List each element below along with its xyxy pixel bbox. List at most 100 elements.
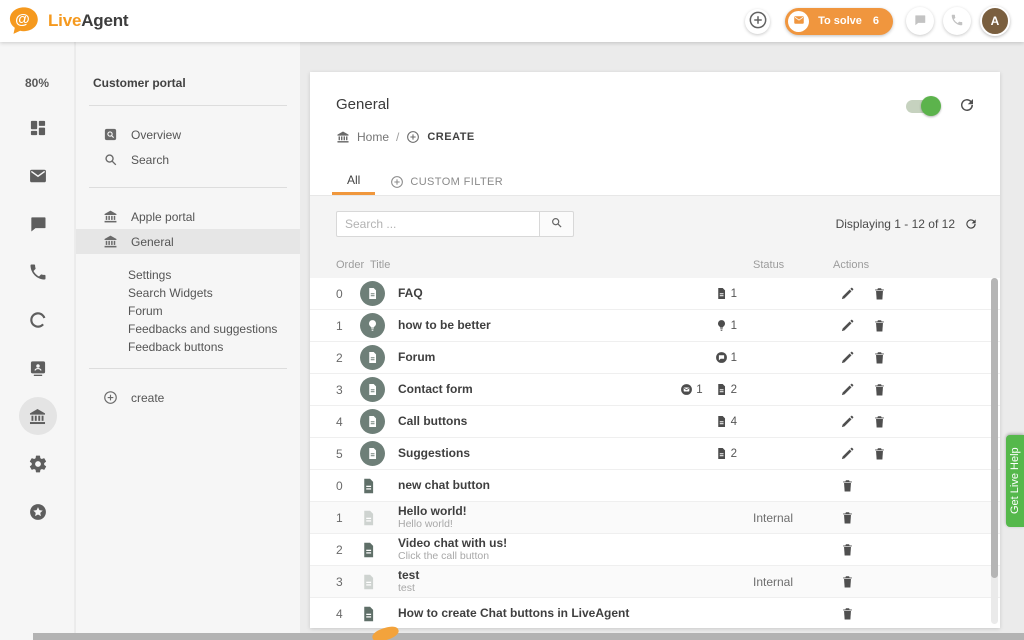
table-row[interactable]: 1Hello world!Hello world!Internal <box>310 502 1000 534</box>
sidebar-item-general[interactable]: General <box>76 229 300 254</box>
tab-all[interactable]: All <box>332 168 375 195</box>
chat-icon <box>28 214 48 234</box>
delete-button[interactable] <box>840 478 855 493</box>
divider <box>89 105 287 106</box>
sidebar-item-feedback-buttons[interactable]: Feedback buttons <box>76 338 300 356</box>
chat-circle-icon <box>715 351 728 364</box>
delete-button[interactable] <box>872 350 887 365</box>
to-solve-count: 6 <box>873 15 879 27</box>
delete-button[interactable] <box>872 318 887 333</box>
delete-button[interactable] <box>872 414 887 429</box>
page-title: General <box>336 96 389 113</box>
calls-button[interactable] <box>943 7 971 35</box>
table-row[interactable]: 0new chat button <box>310 470 1000 502</box>
edit-button[interactable] <box>840 414 855 429</box>
rail-item-star[interactable] <box>0 488 75 536</box>
sidebar-item-feedbacks-and-suggestions[interactable]: Feedbacks and suggestions <box>76 320 300 338</box>
edit-button[interactable] <box>840 350 855 365</box>
edit-button[interactable] <box>840 318 855 333</box>
phone-icon <box>950 13 964 30</box>
mail-badge <box>788 11 809 32</box>
to-solve-button[interactable]: To solve 6 <box>785 8 893 35</box>
row-title: Suggestions <box>398 447 643 460</box>
liveagent-logo[interactable]: @ LiveAgent <box>8 6 128 36</box>
sidebar-item-overview[interactable]: Overview <box>76 122 300 147</box>
add-new-button[interactable] <box>745 9 770 34</box>
row-actions <box>833 478 960 493</box>
tab-custom-filter[interactable]: CUSTOM FILTER <box>375 168 518 195</box>
bank-icon <box>103 209 118 224</box>
delete-button[interactable] <box>840 606 855 621</box>
search-button[interactable] <box>540 211 574 237</box>
table-row[interactable]: 2Forum1 <box>310 342 1000 374</box>
breadcrumb-create[interactable]: CREATE <box>427 131 474 143</box>
sidebar-item-apple-portal[interactable]: Apple portal <box>76 204 300 229</box>
zoom-level[interactable]: 80% <box>0 76 74 90</box>
delete-button[interactable] <box>872 382 887 397</box>
table-row[interactable]: 0FAQ1 <box>310 278 1000 310</box>
sidebar-item-search-widgets[interactable]: Search Widgets <box>76 284 300 302</box>
rail-item-contacts[interactable] <box>0 344 75 392</box>
star-icon <box>28 502 48 522</box>
table-row[interactable]: 3Contact form12 <box>310 374 1000 406</box>
table-row[interactable]: 5Suggestions2 <box>310 438 1000 470</box>
table-row[interactable]: 3testtestInternal <box>310 566 1000 598</box>
row-title: testtest <box>398 569 643 594</box>
mail-icon <box>793 14 805 29</box>
delete-button[interactable] <box>872 286 887 301</box>
user-avatar[interactable]: A <box>980 6 1010 36</box>
chats-button[interactable] <box>906 7 934 35</box>
table-row[interactable]: 2Video chat with us!Click the call butto… <box>310 534 1000 566</box>
count-badge: 1 <box>715 287 737 300</box>
edit-button[interactable] <box>840 382 855 397</box>
rail-item-dashboard[interactable] <box>0 104 75 152</box>
row-order: 1 <box>336 511 360 525</box>
sidebar-item-forum[interactable]: Forum <box>76 302 300 320</box>
rail-item-gear[interactable] <box>0 440 75 488</box>
refresh-icon[interactable] <box>964 217 978 231</box>
rail-item-bank[interactable] <box>0 392 75 440</box>
row-order: 0 <box>336 287 360 301</box>
dashboard-icon <box>28 118 48 138</box>
row-subtitle: Hello world! <box>398 518 643 530</box>
sidebar-item-create[interactable]: create <box>76 385 300 410</box>
column-title: Title <box>370 259 753 271</box>
delete-button[interactable] <box>872 446 887 461</box>
panel-header: General Home / CREATE <box>310 72 1000 168</box>
portal-status-toggle[interactable] <box>906 100 938 113</box>
bank-icon <box>103 234 118 249</box>
delete-button[interactable] <box>840 510 855 525</box>
avatar-letter: A <box>991 14 1000 28</box>
document-icon <box>715 447 728 460</box>
search-box <box>336 211 574 237</box>
sidebar-item-search[interactable]: Search <box>76 147 300 172</box>
sidebar-item-settings[interactable]: Settings <box>76 266 300 284</box>
brand-text: LiveAgent <box>48 11 128 31</box>
table-row[interactable]: 1how to be better1 <box>310 310 1000 342</box>
rail-item-mail[interactable] <box>0 152 75 200</box>
document-icon <box>360 508 377 528</box>
refresh-icon[interactable] <box>958 96 976 114</box>
rail-item-phone[interactable] <box>0 248 75 296</box>
delete-button[interactable] <box>840 574 855 589</box>
table-scrollbar[interactable] <box>991 278 998 624</box>
ring-icon <box>28 310 48 330</box>
table-row[interactable]: 4How to create Chat buttons in LiveAgent <box>310 598 1000 628</box>
get-live-help-button[interactable]: Get Live Help <box>1006 435 1024 527</box>
speech-bubble-logo-icon: @ <box>8 6 44 36</box>
row-actions <box>833 350 960 365</box>
rail-item-ring[interactable] <box>0 296 75 344</box>
table-row[interactable]: 4Call buttons4 <box>310 406 1000 438</box>
row-title: Video chat with us!Click the call button <box>398 537 643 562</box>
row-actions <box>833 446 960 461</box>
rail-item-chat[interactable] <box>0 200 75 248</box>
breadcrumb-home[interactable]: Home <box>357 130 389 144</box>
edit-button[interactable] <box>840 286 855 301</box>
main-panel: General Home / CREATE All CUSTOM FILTER <box>310 72 1000 628</box>
row-actions <box>833 286 960 301</box>
search-input[interactable] <box>336 211 540 237</box>
document-icon <box>360 476 377 496</box>
delete-button[interactable] <box>840 542 855 557</box>
edit-button[interactable] <box>840 446 855 461</box>
scrollbar-thumb[interactable] <box>991 278 998 578</box>
